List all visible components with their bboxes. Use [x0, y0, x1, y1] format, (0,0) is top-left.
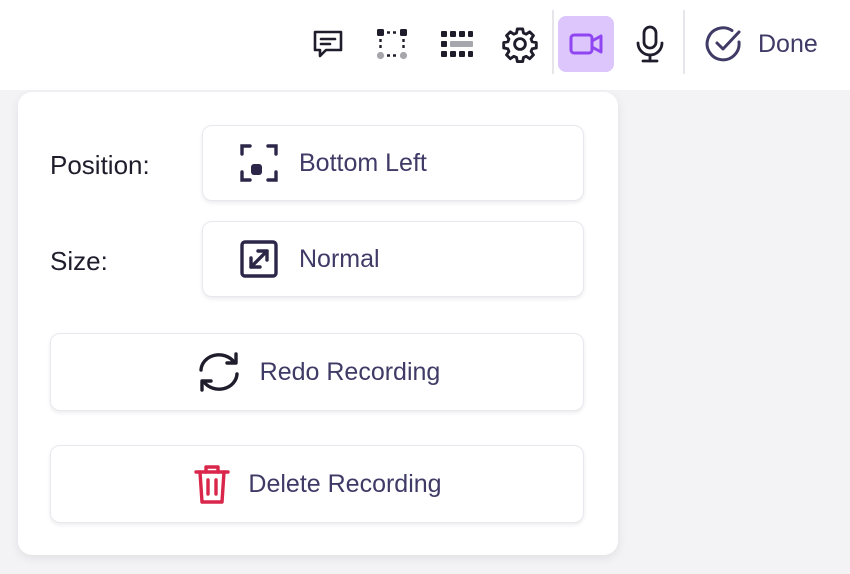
- position-select-button[interactable]: Bottom Left: [202, 125, 584, 201]
- selection-icon: [376, 29, 408, 60]
- trash-icon: [194, 465, 231, 504]
- done-label: Done: [758, 29, 818, 58]
- grid-button[interactable]: [428, 16, 484, 72]
- position-label: Position:: [50, 150, 150, 180]
- grid-icon: [441, 31, 473, 57]
- position-value: Bottom Left: [299, 148, 427, 177]
- delete-recording-label: Delete Recording: [248, 469, 442, 498]
- selection-button[interactable]: [364, 16, 420, 72]
- toolbar-divider: [683, 10, 685, 74]
- resize-icon: [240, 240, 278, 278]
- microphone-icon: [636, 25, 664, 63]
- check-circle-icon: [705, 26, 741, 62]
- gear-icon: [502, 27, 538, 63]
- video-camera-icon: [569, 33, 603, 55]
- done-button[interactable]: Done: [704, 22, 818, 66]
- toolbar-divider: [552, 10, 554, 74]
- comment-icon: [313, 30, 343, 58]
- recording-options-panel: Position: Bottom Left Size: Normal Redo …: [18, 92, 618, 555]
- camera-button[interactable]: [558, 16, 614, 72]
- size-value: Normal: [299, 244, 380, 273]
- refresh-icon: [198, 352, 239, 392]
- delete-recording-button[interactable]: Delete Recording: [50, 445, 584, 523]
- comment-button[interactable]: [300, 16, 356, 72]
- position-corner-icon: [240, 144, 278, 182]
- settings-button[interactable]: [492, 16, 548, 72]
- size-select-button[interactable]: Normal: [202, 221, 584, 297]
- redo-recording-label: Redo Recording: [259, 357, 441, 386]
- microphone-button[interactable]: [622, 16, 678, 72]
- top-toolbar: Done: [0, 0, 850, 90]
- size-label: Size:: [50, 246, 108, 276]
- redo-recording-button[interactable]: Redo Recording: [50, 333, 584, 411]
